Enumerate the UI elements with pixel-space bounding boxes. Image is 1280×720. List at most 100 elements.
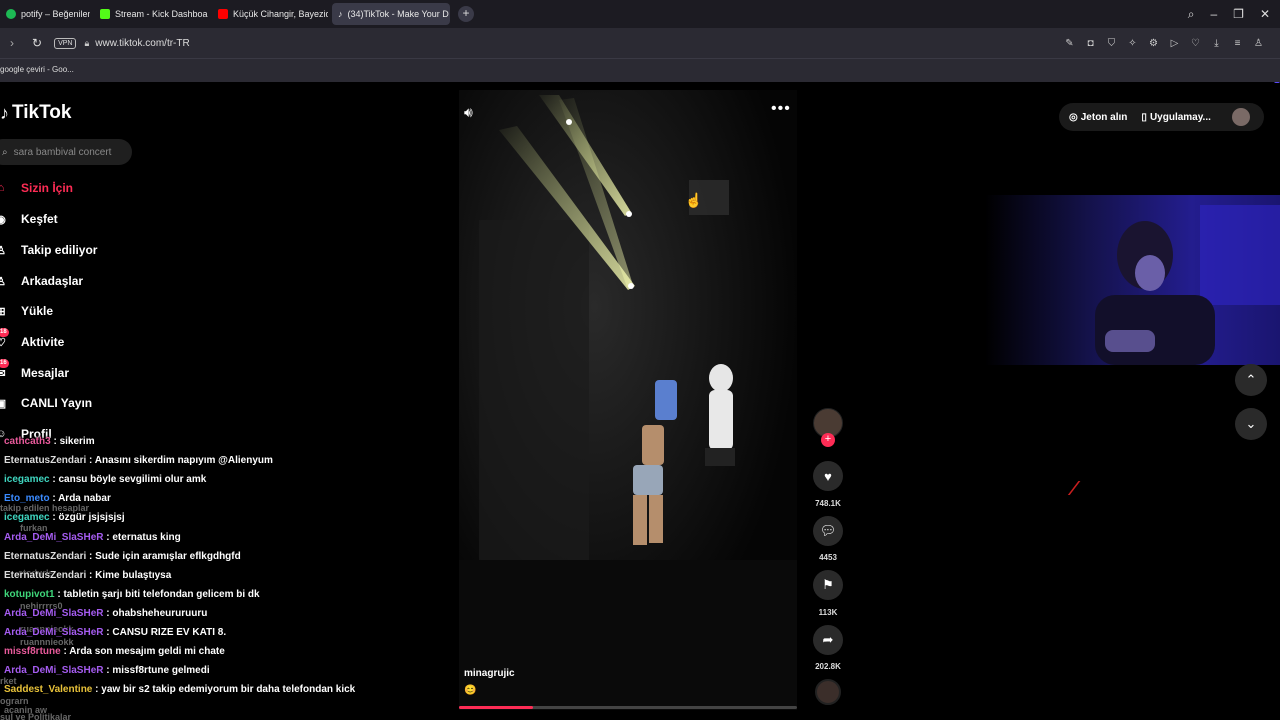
window-controls: ⌕ – ❐ ✕ — [1188, 0, 1270, 28]
volume-icon[interactable]: 🔊︎ — [464, 104, 473, 121]
sidebar-item-label: Keşfet — [21, 212, 58, 226]
chat-username[interactable]: EternatusZendari — [4, 551, 86, 562]
chat-text: missf8rtune gelmedi — [112, 665, 210, 677]
extension-icon[interactable]: ✧ — [1127, 38, 1138, 49]
minimize-icon[interactable]: – — [1210, 7, 1217, 21]
search-box[interactable]: ⌕ — [0, 139, 132, 165]
share-button[interactable]: ➦ — [813, 625, 843, 655]
settings-icon[interactable]: ⚙ — [1148, 38, 1159, 49]
chat-username[interactable]: kotupivot1 — [4, 589, 55, 600]
sidebar-item-label: Arkadaşlar — [21, 274, 84, 288]
forward-icon[interactable]: › — [10, 36, 14, 50]
sidebar-item-6[interactable]: ✉ 16 Mesajlar — [0, 359, 200, 385]
like-button[interactable]: ♥ — [813, 461, 843, 491]
chat-username[interactable]: EternatusZendari — [4, 455, 86, 466]
comment-button[interactable]: 💬︎ — [813, 516, 843, 546]
sidebar-item-3[interactable]: ♙ Arkadaşlar — [0, 269, 200, 293]
chat-username[interactable]: cathcath3 — [4, 436, 51, 447]
sidebar-item-0[interactable]: ⌂ Sizin İçin — [0, 176, 200, 200]
chat-message: EternatusZendari : Sude için aramışlar e… — [4, 551, 241, 562]
chat-username[interactable]: Arda_DeMi_SlaSHeR — [4, 608, 103, 619]
new-tab-button[interactable]: + — [458, 6, 474, 22]
chat-message: Arda_DeMi_SlaSHeR : eternatus king — [4, 532, 181, 543]
watermark-logo: ⁄ — [1072, 478, 1075, 501]
download-icon[interactable]: ⤓ — [1211, 38, 1222, 49]
activity-icon: ♡ — [0, 336, 6, 349]
sidebar-item-1[interactable]: ◉ Keşfet — [0, 207, 200, 231]
logo-text: TikTok — [12, 102, 72, 123]
lock-icon[interactable]: 🔒︎ — [84, 38, 89, 49]
account-icon[interactable]: ♙ — [1253, 38, 1264, 49]
get-app-button[interactable]: ▯ Uygulamay... — [1141, 112, 1210, 123]
chat-username[interactable]: Arda_DeMi_SlaSHeR — [4, 665, 103, 676]
chat-separator: : — [60, 646, 70, 658]
toolbar-icons: ✎ ◘ ⛉ ✧ ⚙ ▷ ♡ ⤓ ≡ ♙ — [1064, 28, 1264, 58]
chat-message: kotupivot1 : tabletin şarjı biti telefon… — [4, 589, 260, 600]
user-avatar[interactable] — [1232, 108, 1250, 126]
address-bar: › ↻ VPN 🔒︎ www.tiktok.com/tr-TR ✎ ◘ ⛉ ✧ … — [0, 28, 1280, 83]
tab-youtube[interactable]: Küçük Cihangir, Bayezid'in — [212, 3, 328, 25]
previous-video-button[interactable]: ⌃ — [1235, 364, 1267, 396]
faded-text: ograrn — [0, 696, 29, 706]
chat-username[interactable]: Arda_DeMi_SlaSHeR — [4, 532, 103, 543]
follow-plus-icon[interactable]: + — [821, 433, 835, 447]
get-coins-button[interactable]: ◎ Jeton alın — [1069, 112, 1127, 123]
play-icon[interactable]: ▷ — [1169, 38, 1180, 49]
phone-icon: ▯ — [1141, 111, 1147, 123]
sidebar-item-2[interactable]: ♙ Takip ediliyor — [0, 238, 200, 262]
top-actions: ◎ Jeton alın ▯ Uygulamay... — [1059, 103, 1264, 131]
more-options-icon[interactable]: ••• — [771, 100, 791, 118]
vpn-badge[interactable]: VPN — [54, 37, 77, 49]
chat-username[interactable]: icegamec — [4, 474, 50, 485]
sidebar-item-7[interactable]: ▣ CANLI Yayın — [0, 391, 200, 415]
heart-icon[interactable]: ♡ — [1190, 38, 1201, 49]
chat-username[interactable]: Saddest_Valentine — [4, 684, 92, 695]
share-count: 202.8K — [815, 662, 841, 671]
sidebar-item-5[interactable]: ♡ 18 Aktivite — [0, 328, 200, 354]
tab-spotify[interactable]: potify – Beğenilen Şarkılar — [0, 3, 90, 25]
friends-icon: ♙ — [0, 275, 6, 288]
watermark-mark-icon: ⁄ — [1072, 478, 1075, 500]
chat-username[interactable]: Eto_meto — [4, 493, 50, 504]
shield-icon[interactable]: ⛉ — [1106, 38, 1117, 49]
close-icon[interactable]: ✕ — [1260, 7, 1270, 21]
search-input[interactable] — [13, 146, 124, 158]
next-video-button[interactable]: ⌄ — [1235, 408, 1267, 440]
save-button[interactable]: ⚑ — [813, 570, 843, 600]
bookmark-icon: ⚑ — [822, 577, 834, 592]
get-coins-label: Jeton alın — [1080, 111, 1128, 123]
tab-tiktok[interactable]: ♪ (34)TikTok - Make Your D — [332, 3, 450, 25]
tab-kick[interactable]: Stream - Kick Dashboard — [94, 3, 208, 25]
coin-icon: ◎ — [1069, 111, 1078, 123]
concert-scene — [459, 90, 797, 710]
reload-icon[interactable]: ↻ — [32, 36, 42, 50]
kick-icon — [100, 9, 110, 19]
bookmark-google-translate[interactable]: google çeviri - Goo... — [0, 65, 74, 74]
video-author[interactable]: minagrujic — [464, 668, 515, 679]
chat-text: cansu böyle sevgilimi olur amk — [58, 474, 207, 486]
chat-message: Arda_DeMi_SlaSHeR : missf8rtune gelmedi — [4, 665, 210, 676]
chat-username[interactable]: icegamec — [4, 512, 50, 523]
video-player[interactable] — [459, 90, 797, 710]
chat-text: özgür jsjsjsjsj — [58, 512, 125, 524]
chat-username[interactable]: missf8rtune — [4, 646, 61, 657]
chat-message: missf8rtune : Arda son mesajım geldi mi … — [4, 646, 225, 657]
messages-icon: ✉ — [0, 367, 6, 380]
chat-username[interactable]: Arda_DeMi_SlaSHeR — [4, 627, 103, 638]
chat-message: Saddest_Valentine : yaw bir s2 takip ede… — [4, 684, 355, 695]
tiktok-logo[interactable]: ♪ TikTok — [0, 102, 71, 124]
url-field[interactable]: www.tiktok.com/tr-TR — [95, 38, 189, 49]
sidebar-item-label: Takip ediliyor — [21, 243, 98, 257]
live-icon: ▣ — [0, 397, 7, 410]
menu-icon[interactable]: ≡ — [1232, 38, 1243, 49]
camera-icon[interactable]: ◘ — [1085, 38, 1096, 49]
sidebar-item-4[interactable]: ⊞ Yükle — [0, 299, 200, 323]
search-tabs-icon[interactable]: ⌕ — [1188, 7, 1195, 22]
edit-icon[interactable]: ✎ — [1064, 38, 1075, 49]
video-progress-bar[interactable] — [459, 706, 797, 709]
restore-icon[interactable]: ❐ — [1233, 7, 1244, 21]
bookmarks-bar: google çeviri - Goo... — [0, 58, 1280, 82]
chat-username[interactable]: EternatusZendari — [4, 570, 86, 581]
faded-text: sul ve Politikalar — [0, 712, 72, 720]
music-disc-icon[interactable] — [815, 679, 841, 705]
